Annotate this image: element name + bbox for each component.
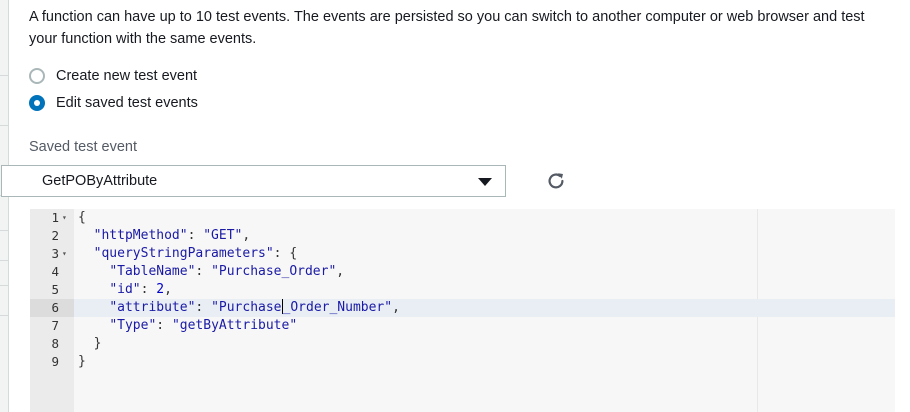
code-line[interactable]: 8 } [30, 335, 895, 353]
code-line[interactable]: 5 "id": 2, [30, 281, 895, 299]
saved-test-event-label: Saved test event [29, 139, 138, 155]
radio-create-new-test-event[interactable]: Create new test event [29, 68, 197, 84]
test-event-panel: A function can have up to 10 test events… [1, 0, 910, 412]
radio-label: Edit saved test events [56, 95, 198, 111]
line-number: 9 [51, 354, 59, 369]
saved-test-event-select[interactable]: GetPOByAttribute [1, 165, 506, 197]
code-text: { [78, 210, 86, 225]
code-line[interactable]: 2 "httpMethod": "GET", [30, 227, 895, 245]
line-number: 6 [51, 300, 59, 315]
code-text: "httpMethod": "GET", [93, 228, 251, 243]
code-line[interactable]: 6 "attribute": "Purchase_Order_Number", [30, 299, 895, 317]
line-number: 5 [51, 282, 59, 297]
fold-toggle-icon[interactable]: ▾ [62, 245, 67, 263]
code-text: "queryStringParameters": { [93, 246, 298, 261]
line-number: 1 [51, 210, 59, 225]
line-number: 7 [51, 318, 59, 333]
code-text: "TableName": "Purchase_Order", [109, 264, 345, 279]
line-number: 2 [51, 228, 59, 243]
line-number: 8 [51, 336, 59, 351]
text-cursor [281, 299, 283, 314]
code-line[interactable]: 3 ▾ "queryStringParameters": { [30, 245, 895, 263]
code-text: "Type": "getByAttribute" [109, 318, 298, 333]
radio-label: Create new test event [56, 68, 198, 84]
caret-down-icon [478, 178, 492, 186]
description-text: A function can have up to 10 test events… [29, 9, 865, 47]
code-line[interactable]: 7 "Type": "getByAttribute" [30, 317, 895, 335]
code-text: "attribute": "Purchase_Order_Number", [109, 299, 400, 315]
code-editor[interactable]: 1 ▾{2 "httpMethod": "GET", 3 ▾ "queryString… [30, 209, 895, 412]
line-number: 3 [51, 246, 59, 261]
fold-toggle-icon[interactable]: ▾ [62, 209, 67, 227]
selected-event-value: GetPOByAttribute [42, 173, 158, 189]
radio-button-selected[interactable] [29, 95, 45, 111]
radio-button[interactable] [29, 68, 45, 84]
code-line[interactable]: 9} [30, 353, 895, 371]
line-number: 4 [51, 264, 59, 279]
code-line[interactable]: 4 "TableName": "Purchase_Order", [30, 263, 895, 281]
radio-edit-saved-test-events[interactable]: Edit saved test events [29, 95, 198, 111]
code-text: } [78, 354, 86, 369]
left-edge-marks [0, 0, 8, 412]
refresh-icon[interactable] [545, 170, 567, 192]
code-text: "id": 2, [109, 282, 172, 297]
code-line[interactable]: 1 ▾ { [30, 209, 895, 227]
code-text: } [93, 336, 102, 351]
